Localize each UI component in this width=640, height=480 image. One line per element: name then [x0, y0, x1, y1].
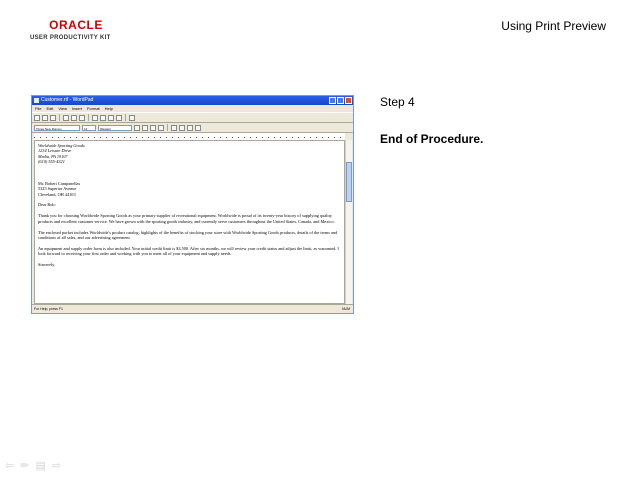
- menu-icon[interactable]: ▤: [35, 460, 45, 472]
- player-navigation: ⇦ ✏ ▤ ⇨: [5, 460, 61, 472]
- align-left-icon: [171, 124, 177, 131]
- document-area: Worldwide Sporting Goods 1234 Leisure Dr…: [34, 140, 345, 304]
- document-body: Mr. Robert Campanellas 5325 Superior Ave…: [38, 180, 339, 267]
- oracle-upk-logo: ORACLE USER PRODUCTIVITY KIT: [30, 18, 140, 41]
- wordpad-title: Customer.rtf - WordPad: [41, 97, 94, 103]
- find-icon: [79, 114, 85, 121]
- align-center-icon: [179, 124, 185, 131]
- open-icon: [42, 114, 48, 121]
- copy-icon: [100, 114, 106, 121]
- scrollbar-thumb: [346, 162, 352, 202]
- undo-icon: [116, 114, 122, 121]
- minimize-icon: [329, 97, 336, 104]
- print-icon: [63, 114, 69, 121]
- toolbar-separator: [125, 114, 126, 121]
- wordpad-menubar: File Edit View Insert Format Help: [32, 105, 353, 112]
- back-arrow-icon[interactable]: ⇦: [5, 460, 14, 472]
- menu-format: Format: [86, 106, 100, 111]
- script-select: Western: [98, 124, 132, 131]
- menu-edit: Edit: [46, 106, 54, 111]
- menu-view: View: [58, 106, 67, 111]
- print-preview-icon: [71, 114, 77, 121]
- num-lock-indicator: NUM: [342, 307, 350, 311]
- bold-icon: [134, 124, 140, 131]
- color-icon: [158, 124, 164, 131]
- oracle-wordmark: ORACLE: [49, 18, 103, 32]
- wordpad-statusbar: For Help, press F1 NUM: [32, 304, 353, 313]
- window-controls: [329, 97, 352, 104]
- font-name-select: Times New Roman: [34, 124, 80, 131]
- underline-icon: [150, 124, 156, 131]
- paste-icon: [108, 114, 114, 121]
- wordpad-titlebar: Customer.rtf - WordPad: [32, 96, 353, 105]
- toolbar-separator: [167, 124, 168, 131]
- save-icon: [50, 114, 56, 121]
- pen-icon[interactable]: ✏: [20, 460, 29, 472]
- wordpad-format-bar: Times New Roman 12 Western: [32, 123, 353, 133]
- end-of-procedure-label: End of Procedure.: [380, 132, 484, 146]
- forward-arrow-icon[interactable]: ⇨: [52, 460, 61, 472]
- page-title: Using Print Preview: [501, 19, 606, 33]
- close-icon: [345, 97, 352, 104]
- maximize-icon: [337, 97, 344, 104]
- new-icon: [34, 114, 40, 121]
- italic-icon: [142, 124, 148, 131]
- bullets-icon: [195, 124, 201, 131]
- wordpad-app-icon: [34, 98, 39, 103]
- toolbar-separator: [59, 114, 60, 121]
- font-size-select: 12: [82, 124, 96, 131]
- wordpad-toolbar: [32, 112, 353, 123]
- vertical-scrollbar: [345, 140, 352, 304]
- date-time-icon: [129, 114, 135, 121]
- wordpad-screenshot: Customer.rtf - WordPad File Edit View In…: [31, 95, 354, 314]
- cut-icon: [92, 114, 98, 121]
- document-letterhead: Worldwide Sporting Goods 1234 Leisure Dr…: [38, 143, 85, 165]
- menu-insert: Insert: [71, 106, 82, 111]
- status-text: For Help, press F1: [34, 307, 63, 311]
- upk-subtitle: USER PRODUCTIVITY KIT: [30, 35, 111, 41]
- align-right-icon: [187, 124, 193, 131]
- step-label: Step 4: [380, 95, 415, 109]
- toolbar-separator: [88, 114, 89, 121]
- menu-file: File: [35, 106, 42, 111]
- document-text: Worldwide Sporting Goods 1234 Leisure Dr…: [35, 141, 344, 269]
- menu-help: Help: [104, 106, 113, 111]
